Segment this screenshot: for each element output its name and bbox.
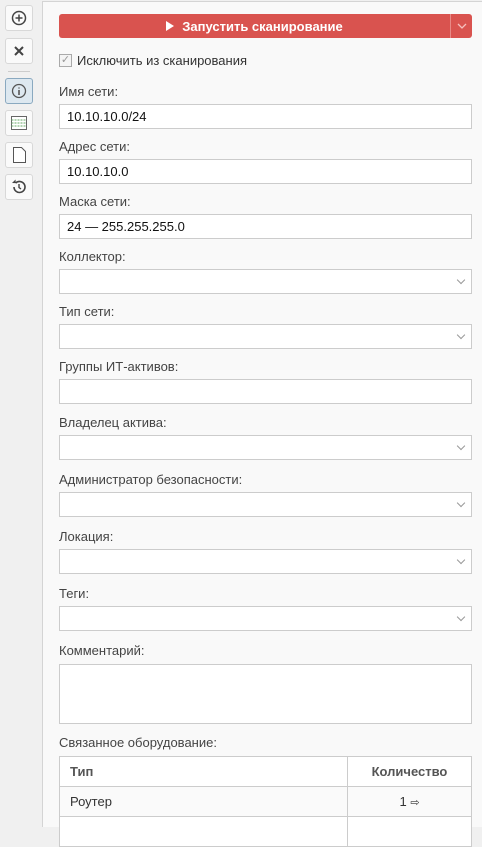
name-label: Имя сети: (59, 84, 119, 99)
tags-select[interactable] (59, 606, 472, 631)
groups-label: Группы ИТ-активов: (59, 359, 179, 374)
equipment-count: 1 (399, 794, 407, 809)
address-label: Адрес сети: (59, 139, 130, 154)
mask-input[interactable]: 24 — 255.255.255.0 (59, 214, 472, 239)
exclude-checkbox[interactable]: ✓ Исключить из сканирования (59, 53, 247, 68)
admin-select[interactable] (59, 492, 472, 517)
owner-label: Владелец актива: (59, 415, 167, 430)
play-icon (166, 21, 175, 31)
checkmark-icon: ✓ (59, 54, 72, 67)
mask-label: Маска сети: (59, 194, 131, 209)
equipment-label: Связанное оборудование: (59, 735, 217, 750)
collector-label: Коллектор: (59, 249, 126, 264)
location-label: Локация: (59, 529, 114, 544)
net-type-label: Тип сети: (59, 304, 115, 319)
location-select[interactable] (59, 549, 472, 574)
history-button[interactable] (5, 174, 33, 200)
close-icon (14, 46, 24, 56)
collector-select[interactable] (59, 269, 472, 294)
run-scan-button[interactable]: Запустить сканирование (59, 14, 472, 38)
net-type-select[interactable] (59, 324, 472, 349)
groups-input[interactable] (59, 379, 472, 404)
info-button[interactable] (5, 78, 33, 104)
history-icon (12, 179, 26, 194)
arrow-right-icon: ⇨ (410, 797, 420, 809)
tags-label: Теги: (59, 586, 90, 601)
run-scan-dropdown[interactable] (450, 14, 472, 38)
name-input[interactable]: 10.10.10.0/24 (59, 104, 472, 129)
equipment-table: Тип Количество Роутер 1 ⇨ (59, 756, 472, 847)
plus-circle-icon (11, 10, 27, 26)
sidebar (0, 0, 42, 827)
equipment-type: Роутер (59, 786, 348, 817)
network-form: Запустить сканирование ✓ Исключить из ска… (42, 1, 482, 847)
table-button[interactable] (5, 110, 33, 136)
chevron-down-icon (457, 23, 466, 29)
column-header-type[interactable]: Тип (59, 756, 348, 787)
divider (8, 71, 30, 72)
document-button[interactable] (5, 142, 33, 168)
comment-label: Комментарий: (59, 643, 145, 658)
run-scan-label: Запустить сканирование (182, 18, 343, 34)
exclude-label: Исключить из сканирования (77, 53, 248, 68)
equipment-count-link[interactable]: 1 ⇨ (347, 786, 472, 817)
admin-label: Администратор безопасности: (59, 472, 243, 487)
address-input[interactable]: 10.10.10.0 (59, 159, 472, 184)
column-header-count[interactable]: Количество (347, 756, 472, 787)
info-icon (11, 83, 27, 99)
table-icon (11, 116, 27, 130)
table-row: Роутер 1 ⇨ (59, 786, 472, 817)
owner-select[interactable] (59, 435, 472, 460)
add-button[interactable] (5, 5, 33, 31)
document-icon (12, 147, 26, 163)
close-button[interactable] (5, 38, 33, 64)
comment-textarea[interactable] (59, 664, 472, 724)
